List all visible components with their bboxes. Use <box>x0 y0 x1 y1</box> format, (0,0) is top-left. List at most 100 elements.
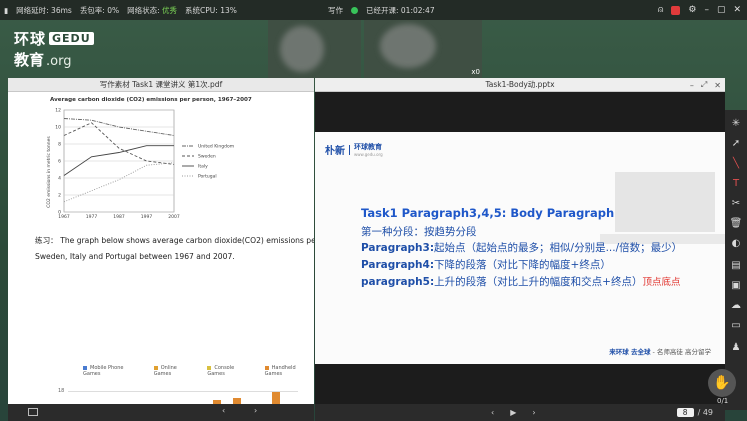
letterbox-top <box>315 92 725 132</box>
audio-icon[interactable]: ◐ <box>725 238 747 249</box>
page-total: / 49 <box>697 408 713 417</box>
chart-icon[interactable]: ▤ <box>725 260 747 271</box>
brand-divider <box>349 144 350 155</box>
slide-footer-bold: 来环球 去全球 <box>609 348 651 356</box>
next-page-icon[interactable]: › <box>254 406 257 415</box>
slide-line-3: Paragraph4:下降的段落（对比下降的幅度+终点） <box>361 257 611 272</box>
series-line-portugal <box>63 162 175 203</box>
next-slide-icon[interactable]: › <box>532 408 535 417</box>
network-status: 网络状态: 优秀 <box>127 5 178 15</box>
play-icon[interactable]: ▶ <box>510 408 516 417</box>
users-icon[interactable]: ♟ <box>725 342 747 353</box>
exercise-line-1: 练习： The graph below shows average carbon… <box>35 236 314 245</box>
page-input[interactable]: 8 <box>676 408 694 417</box>
logo-edu: 教育 <box>14 51 45 69</box>
ppt-window-titlebar[interactable]: Task1-Body动.pptx – ⤢ ✕ <box>315 78 725 92</box>
slide-line-1: 第一种分段：按趋势分段 <box>361 226 477 238</box>
para4-text: 下降的段落（对比下降的幅度+终点） <box>434 259 611 271</box>
slide: 朴新 环球教育 www.gedu.org Task1 Paragraph3,4,… <box>315 132 725 364</box>
slide-title: Task1 Paragraph3,4,5: Body Paragraph <box>361 206 615 220</box>
para3-label: Paragraph3: <box>361 242 435 254</box>
brand-name: 环球教育 <box>354 143 382 151</box>
bell-icon[interactable]: ⍝ <box>658 5 663 15</box>
network-status-value: 优秀 <box>162 5 178 15</box>
video-tile-student[interactable]: x0 <box>364 20 482 78</box>
text-tool-icon[interactable]: T <box>725 178 747 189</box>
x-tick-label: 1987 <box>113 214 125 220</box>
toolbox-icon[interactable]: ▭ <box>725 320 747 331</box>
brand-url: www.gedu.org <box>354 152 383 157</box>
para5-red-note: 顶点底点 <box>642 277 681 288</box>
legend-item: Online Games <box>153 365 177 377</box>
image-icon[interactable]: ▣ <box>725 280 747 291</box>
live-dot-icon <box>351 6 358 14</box>
maximize-icon[interactable]: ▢ <box>717 5 726 15</box>
para5-text: 上升的段落（对比上升的幅度和交点+终点） <box>434 276 643 288</box>
pdf-viewer[interactable]: Average carbon dioxide (CO2) emissions p… <box>8 92 314 404</box>
elapsed-time: 已经开课: 01:02:47 <box>366 5 435 15</box>
trash-icon[interactable]: 🗑 <box>725 218 747 229</box>
legend-label: United Kingdom <box>198 144 234 150</box>
slide-line-2: Paragraph3:起始点（起始点的最多；相似/分别是.../倍数；最少） <box>361 240 682 255</box>
minimize-icon[interactable]: – <box>690 81 694 90</box>
games-legend: Mobile Phone Games Online Games Console … <box>83 365 314 377</box>
video-count: x0 <box>471 68 480 76</box>
second-chart-tick: 18 <box>58 388 65 394</box>
record-icon[interactable] <box>671 5 681 15</box>
minimize-icon[interactable]: – <box>704 5 709 15</box>
ppt-title: Task1-Body动.pptx <box>485 80 555 89</box>
drawing-toolbar: ✳ ➚ ╲ T ✂ 🗑 ◐ ▤ ▣ ☁ ▭ ♟ <box>725 110 747 410</box>
series-line-italy <box>63 145 174 176</box>
pdf-title: 写作素材 Task1 课堂讲义 第1次.pdf <box>99 80 223 89</box>
y-tick-label: 12 <box>55 108 61 114</box>
x-tick-label: 1977 <box>86 214 98 220</box>
pen-icon[interactable]: ╲ <box>725 158 747 169</box>
thumbnail-toggle-icon[interactable] <box>28 408 38 416</box>
slide-brand: 朴新 环球教育 www.gedu.org <box>325 142 383 157</box>
laptop-decoration <box>600 172 725 244</box>
ppt-footer: ‹ ▶ › 8 / 49 <box>315 404 725 421</box>
mode-label: 写作 <box>328 5 343 15</box>
slide-footer-rest: - 名师高徒 高分留学 <box>650 348 711 356</box>
select-cursor-icon[interactable]: ➚ <box>725 138 747 149</box>
y-tick-label: 4 <box>58 176 61 182</box>
x-tick-label: 2007 <box>168 214 180 220</box>
series-line-sweden <box>63 122 175 165</box>
second-chart-gridline <box>68 391 298 392</box>
co2-line-chart: CO2 emissions in metric tonnes 024681012… <box>46 108 234 221</box>
x-tick-label: 1997 <box>141 214 153 220</box>
y-tick-label: 6 <box>58 159 61 165</box>
prev-page-icon[interactable]: ‹ <box>222 406 225 415</box>
y-tick-label: 10 <box>55 125 61 131</box>
cpu-text: 系统CPU: 13% <box>185 5 237 15</box>
brand-text: 环球教育 www.gedu.org <box>354 142 383 157</box>
scissors-icon[interactable]: ✂ <box>725 198 747 209</box>
close-icon[interactable]: ✕ <box>733 5 741 15</box>
slide-line-4: paragraph5:上升的段落（对比上升的幅度和交点+终点）顶点底点 <box>361 274 680 289</box>
y-axis-label: CO2 emissions in metric tonnes <box>46 136 52 208</box>
blurred-face <box>280 26 324 72</box>
para3-text: 起始点（起始点的最多；相似/分别是.../倍数；最少） <box>434 242 683 254</box>
maximize-icon[interactable]: ⤢ <box>701 80 707 90</box>
legend-item: Mobile Phone Games <box>83 365 124 377</box>
raise-hand-icon[interactable]: ✋ <box>708 369 736 397</box>
ppt-viewer[interactable]: 朴新 环球教育 www.gedu.org Task1 Paragraph3,4,… <box>315 92 725 404</box>
signal-icon: ▮ <box>4 5 9 15</box>
blurred-face <box>380 24 436 68</box>
cloud-icon[interactable]: ☁ <box>725 300 747 311</box>
para5-label: paragraph5: <box>361 276 435 288</box>
settings-icon[interactable]: ⚙ <box>688 5 696 15</box>
exercise-line-2: Sweden, Italy and Portugal between 1967 … <box>35 252 235 261</box>
pdf-window-titlebar[interactable]: 写作素材 Task1 课堂讲义 第1次.pdf <box>8 78 314 92</box>
gedu-logo: 环球 GEDU 教育 .org <box>14 28 94 70</box>
second-chart-bar <box>272 392 280 404</box>
logo-gedu: GEDU <box>49 32 94 45</box>
legend-label: Italy <box>198 164 208 170</box>
laser-pointer-icon[interactable]: ✳ <box>725 118 747 129</box>
status-bar: ▮ 网络延时: 36ms 丢包率: 0% 网络状态: 优秀 系统CPU: 13%… <box>0 0 747 20</box>
prev-slide-icon[interactable]: ‹ <box>491 408 494 417</box>
legend-item: Handheld Games <box>264 365 296 377</box>
packet-loss-text: 丢包率: 0% <box>79 5 120 15</box>
close-icon[interactable]: ✕ <box>714 81 721 90</box>
video-tile-teacher[interactable] <box>268 20 361 78</box>
